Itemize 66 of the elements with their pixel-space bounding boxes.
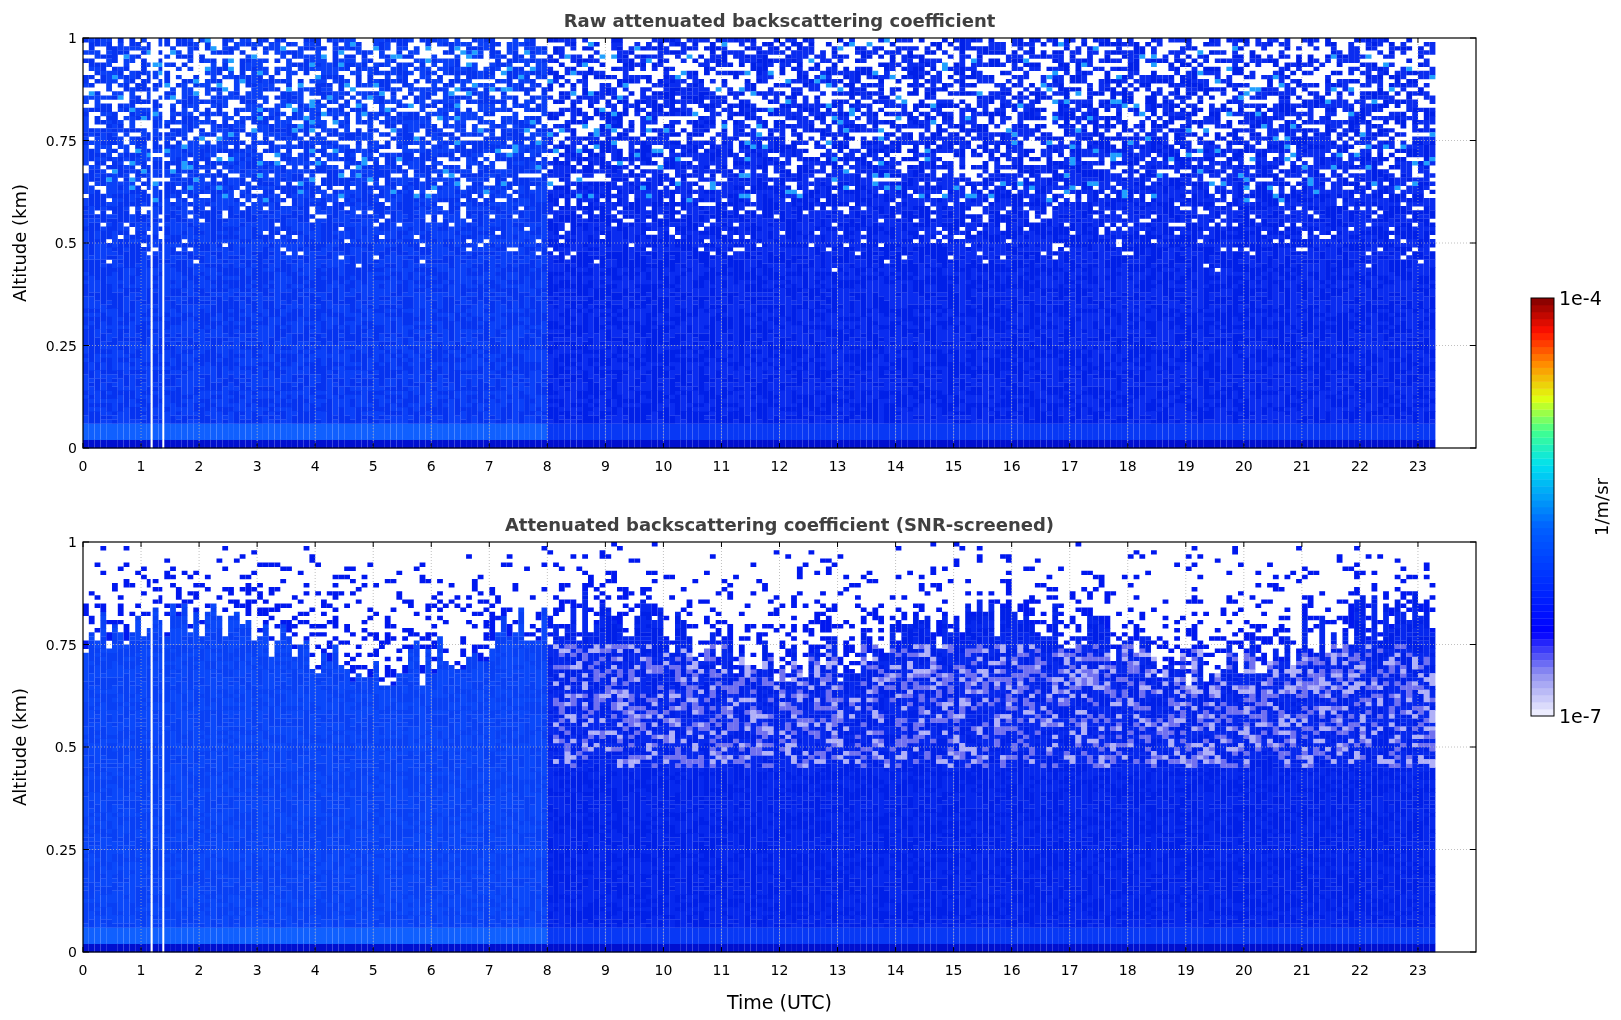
x-tick-label: 5 [368, 458, 378, 474]
x-tick-label: 0 [78, 458, 88, 474]
x-tick-label: 2 [194, 962, 204, 978]
y-tick-label: 0.75 [45, 132, 77, 149]
y-tick-label: 0.25 [45, 841, 77, 858]
x-tick-label: 7 [484, 458, 494, 474]
panel-title: Attenuated backscattering coefficient (SNR-screened) [504, 514, 1055, 535]
x-tick-label: 6 [426, 962, 436, 978]
x-tick-label: 15 [944, 962, 963, 978]
y-tick-label: 0 [68, 440, 77, 456]
y-tick-label: 0.25 [45, 337, 77, 354]
x-tick-label: 18 [1118, 962, 1137, 978]
x-tick-label: 13 [828, 458, 847, 474]
x-tick-label: 23 [1409, 962, 1427, 978]
x-tick-label: 22 [1351, 458, 1369, 474]
x-tick-label: 18 [1118, 458, 1137, 474]
x-tick-label: 4 [310, 962, 320, 978]
x-tick-label: 19 [1176, 458, 1195, 474]
x-tick-label: 16 [1002, 962, 1021, 978]
x-tick-label: 11 [712, 962, 731, 978]
x-tick-label: 12 [770, 962, 789, 978]
x-tick-label: 2 [194, 458, 204, 474]
colorbar-max-label: 1e-4 [1559, 287, 1602, 309]
x-tick-label: 14 [886, 962, 905, 978]
y-axis-label: Altitude (km) [9, 687, 30, 807]
x-tick-label: 8 [542, 962, 552, 978]
x-tick-label: 15 [944, 458, 963, 474]
x-tick-label: 13 [828, 962, 847, 978]
y-axis-label: Altitude (km) [9, 183, 30, 303]
x-tick-label: 6 [426, 458, 436, 474]
panel-title: Raw attenuated backscattering coefficient [563, 10, 996, 31]
x-tick-label: 5 [368, 962, 378, 978]
y-tick-label: 1 [68, 30, 77, 46]
colorbar-min-label: 1e-7 [1559, 705, 1602, 727]
x-tick-label: 10 [654, 458, 673, 474]
x-tick-label: 17 [1060, 458, 1079, 474]
x-tick-label: 17 [1060, 962, 1079, 978]
x-tick-label: 12 [770, 458, 789, 474]
colorbar-label: 1/m/sr [1591, 478, 1612, 536]
x-tick-label: 16 [1002, 458, 1021, 474]
x-tick-label: 1 [136, 458, 146, 474]
x-tick-label: 9 [600, 458, 610, 474]
y-tick-label: 0.5 [54, 739, 77, 755]
x-tick-label: 22 [1351, 962, 1369, 978]
x-tick-label: 19 [1176, 962, 1195, 978]
y-tick-label: 1 [68, 534, 77, 550]
x-tick-label: 4 [310, 458, 320, 474]
x-tick-label: 21 [1292, 962, 1311, 978]
x-tick-label: 0 [78, 962, 88, 978]
y-tick-label: 0.5 [54, 235, 77, 251]
x-axis-label: Time (UTC) [727, 991, 832, 1013]
y-tick-label: 0.75 [45, 636, 77, 653]
x-tick-label: 9 [600, 962, 610, 978]
x-tick-label: 11 [712, 458, 731, 474]
x-tick-label: 8 [542, 458, 552, 474]
x-tick-label: 20 [1234, 962, 1253, 978]
x-tick-label: 3 [252, 458, 262, 474]
x-tick-label: 23 [1409, 458, 1427, 474]
x-tick-label: 20 [1234, 458, 1253, 474]
x-tick-label: 21 [1292, 458, 1311, 474]
x-tick-label: 3 [252, 962, 262, 978]
x-tick-label: 7 [484, 962, 494, 978]
x-tick-label: 14 [886, 458, 905, 474]
x-tick-label: 10 [654, 962, 673, 978]
y-tick-label: 0 [68, 944, 77, 960]
x-tick-label: 1 [136, 962, 146, 978]
